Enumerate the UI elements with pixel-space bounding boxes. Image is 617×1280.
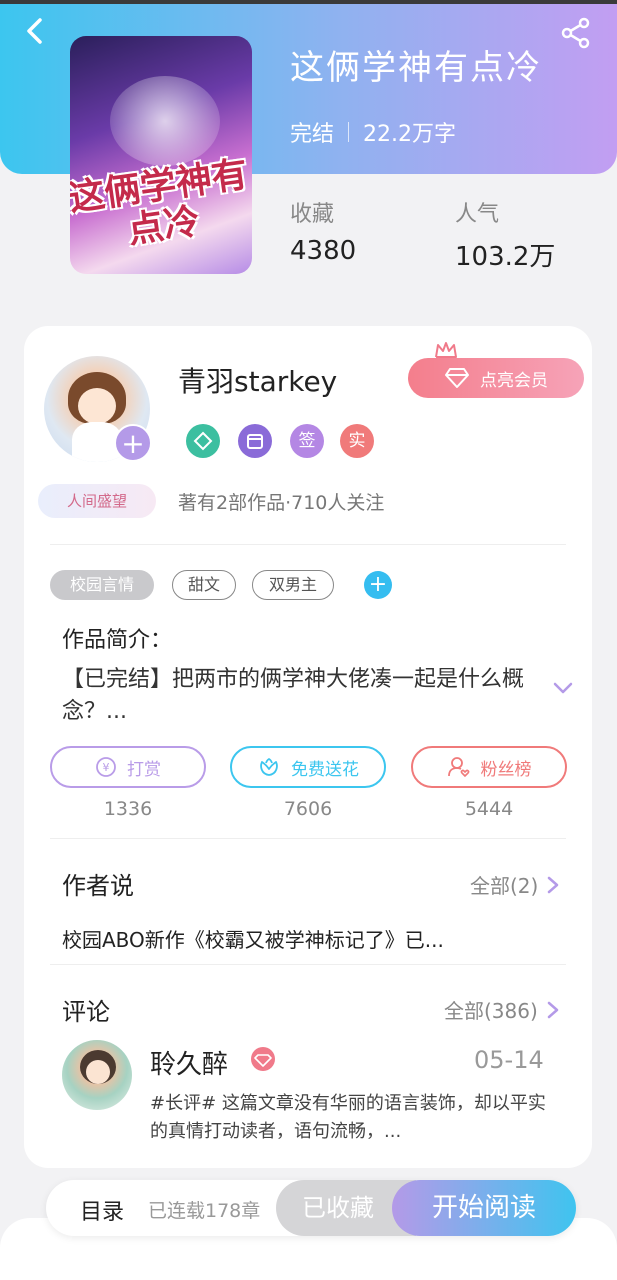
author-says-more-label: 全部(2): [470, 874, 539, 898]
book-status: 完结: [290, 122, 335, 147]
tag-campus-romance[interactable]: 校园言情: [50, 570, 154, 600]
book-meta: 完结 22.2万字: [290, 116, 456, 148]
crown-icon: [435, 342, 457, 358]
chevron-right-icon: [548, 876, 559, 893]
send-flower-button[interactable]: 免费送花: [230, 746, 386, 788]
toc-button[interactable]: 目录: [80, 1194, 124, 1226]
author-name[interactable]: 青羽starkey: [178, 360, 337, 400]
author-says-title: 作者说: [62, 872, 134, 900]
diamond-icon: [445, 368, 469, 388]
verified-medal-icon[interactable]: 实: [340, 424, 374, 458]
cover-title: 这俩学神有点冷: [70, 152, 251, 252]
intro-text[interactable]: 【已完结】把两市的俩学神大佬凑一起是什么概念？...: [62, 664, 542, 728]
back-icon[interactable]: [18, 14, 52, 48]
avatar-face: [78, 388, 116, 424]
vip-diamond-icon: [251, 1047, 275, 1071]
commenter-face: [86, 1060, 110, 1084]
fan-user-icon: [447, 757, 469, 778]
send-flower-label: 免费送花: [291, 759, 359, 780]
tag-double-male[interactable]: 双男主: [252, 570, 334, 600]
comment-text[interactable]: #长评# 这篇文章没有华丽的语言装饰，却以平实的真情打动读者，语句流畅，...: [150, 1090, 550, 1146]
book-cover[interactable]: 这俩学神有点冷: [70, 36, 252, 274]
fan-ranking-label: 粉丝榜: [480, 759, 532, 780]
share-icon[interactable]: [559, 16, 593, 50]
divider: [50, 964, 566, 965]
book-word-count: 22.2万字: [363, 122, 457, 147]
commenter-name[interactable]: 聆久醉: [150, 1044, 228, 1081]
popularity-value: 103.2万: [455, 242, 556, 272]
follow-author-button[interactable]: +: [114, 424, 152, 462]
chevron-down-icon[interactable]: [552, 680, 574, 696]
author-title-badge: 人间盛望: [38, 484, 156, 518]
calendar-icon: [247, 434, 263, 449]
comments-title: 评论: [62, 998, 110, 1026]
start-reading-button[interactable]: 开始阅读: [392, 1180, 576, 1236]
comments-more-link[interactable]: 全部(386): [444, 995, 560, 1024]
svg-text:¥: ¥: [103, 761, 110, 774]
tip-button-label: 打赏: [127, 759, 161, 780]
handshake-medal-icon[interactable]: [186, 424, 220, 458]
fan-ranking-button[interactable]: 粉丝榜: [411, 746, 567, 788]
tag-sweet[interactable]: 甜文: [172, 570, 236, 600]
chevron-right-icon: [547, 1001, 559, 1018]
handshake-icon: [193, 431, 213, 451]
divider: [50, 838, 566, 839]
coin-icon: ¥: [96, 757, 116, 777]
comments-more-label: 全部(386): [444, 999, 538, 1023]
calendar-medal-icon[interactable]: [238, 424, 272, 458]
book-title: 这俩学神有点冷: [290, 48, 542, 88]
flower-icon: [260, 757, 278, 776]
flower-count: 7606: [283, 798, 333, 820]
comment-date: 05-14: [474, 1046, 544, 1074]
vip-button-label: 点亮会员: [480, 370, 548, 391]
commenter-avatar[interactable]: [62, 1040, 132, 1110]
popularity-label: 人气: [455, 202, 500, 227]
author-says-more-link[interactable]: 全部(2): [470, 870, 560, 899]
author-note-text[interactable]: 校园ABO新作《校霸又被学神标记了》已...: [62, 924, 444, 953]
toc-status: 已连载178章: [148, 1200, 261, 1222]
divider: [50, 544, 566, 545]
add-tag-button[interactable]: +: [364, 571, 392, 599]
tip-button[interactable]: ¥ 打赏: [50, 746, 206, 788]
vip-button[interactable]: 点亮会员: [408, 358, 584, 398]
author-stats: 著有2部作品·710人关注: [178, 492, 385, 514]
meta-separator: [348, 122, 350, 142]
tip-count: 1336: [103, 798, 153, 820]
intro-title: 作品简介：: [62, 628, 173, 653]
favorites-value: 4380: [290, 236, 357, 266]
sign-medal-icon[interactable]: 签: [290, 424, 324, 458]
fan-count: 5444: [464, 798, 514, 820]
favorites-label: 收藏: [290, 202, 335, 227]
cover-glow: [110, 76, 220, 166]
